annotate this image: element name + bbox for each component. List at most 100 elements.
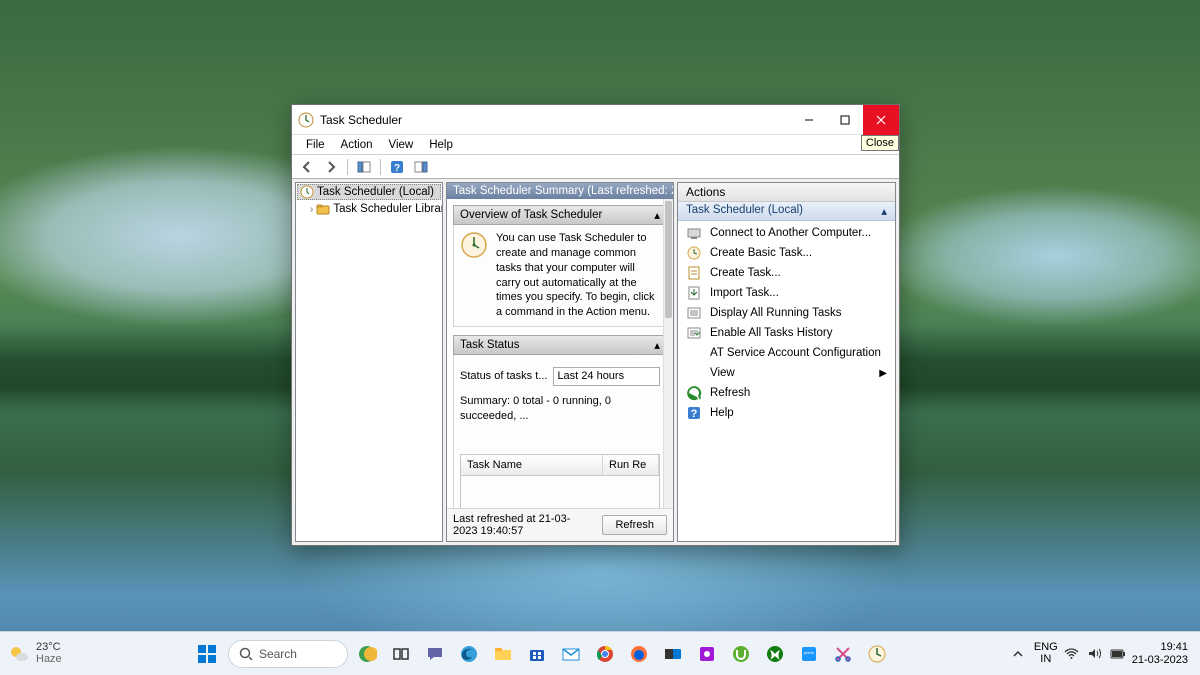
task-status-body: Status of tasks t... Last 24 hours Summa… [453, 355, 667, 508]
action-icon [686, 325, 702, 341]
clock[interactable]: 19:41 21-03-2023 [1132, 641, 1192, 665]
summary-scroll-area[interactable]: Overview of Task Scheduler ▴ You can use… [447, 199, 673, 508]
scrollbar[interactable] [663, 199, 673, 508]
menu-view[interactable]: View [381, 137, 422, 153]
action-view[interactable]: View ▶ [678, 363, 895, 383]
time: 19:41 [1132, 641, 1188, 653]
prime-video-icon[interactable]: prime [794, 639, 824, 669]
task-view-icon[interactable] [386, 639, 416, 669]
chrome-icon[interactable] [590, 639, 620, 669]
menu-action[interactable]: Action [333, 137, 381, 153]
tray-chevron-icon[interactable] [1008, 639, 1028, 669]
overview-title: Overview of Task Scheduler [460, 209, 602, 221]
weather-widget[interactable]: 23°C Haze [8, 642, 78, 665]
task-scheduler-taskbar-icon[interactable] [862, 639, 892, 669]
console-tree[interactable]: Task Scheduler (Local) › Task Scheduler … [295, 182, 443, 542]
language-indicator[interactable]: ENG IN [1034, 642, 1058, 665]
minimize-button[interactable] [791, 105, 827, 135]
action-create-task[interactable]: Create Task... [678, 263, 895, 283]
action-help[interactable]: ?Help [678, 403, 895, 423]
action-display-all-running-tasks[interactable]: Display All Running Tasks [678, 303, 895, 323]
battery-icon [1110, 648, 1126, 660]
menu-help[interactable]: Help [421, 137, 461, 153]
toolbar: ? [292, 155, 899, 179]
edge-icon[interactable] [454, 639, 484, 669]
taskbar: 23°C Haze Search prime ENG IN [0, 631, 1200, 675]
lang-line1: ENG [1034, 642, 1058, 654]
action-label: Create Task... [710, 267, 781, 279]
action-enable-all-tasks-history[interactable]: Enable All Tasks History [678, 323, 895, 343]
snipping-tool-icon[interactable] [828, 639, 858, 669]
purple-app-icon[interactable] [692, 639, 722, 669]
help-button[interactable]: ? [386, 157, 408, 177]
menu-file[interactable]: File [298, 137, 333, 153]
tree-library-label: Task Scheduler Library [333, 203, 443, 215]
tree-library[interactable]: › Task Scheduler Library [296, 201, 442, 217]
action-icon [686, 345, 702, 361]
col-task-name[interactable]: Task Name [461, 455, 603, 476]
search-placeholder: Search [259, 647, 297, 661]
xbox-icon[interactable] [760, 639, 790, 669]
action-label: View [710, 367, 735, 379]
action-refresh[interactable]: Refresh [678, 383, 895, 403]
overview-text: You can use Task Scheduler to create and… [496, 231, 660, 320]
action-icon [686, 305, 702, 321]
actions-title: Actions [678, 183, 895, 202]
action-connect-to-another-computer[interactable]: Connect to Another Computer... [678, 223, 895, 243]
search-icon [239, 647, 253, 661]
firefox-icon[interactable] [624, 639, 654, 669]
maximize-button[interactable] [827, 105, 863, 135]
mail-icon[interactable] [556, 639, 586, 669]
chevron-right-icon[interactable]: › [310, 204, 313, 215]
toolbar-separator [380, 159, 381, 175]
task-status-header[interactable]: Task Status ▴ [453, 335, 667, 355]
action-icon [686, 245, 702, 261]
volume-icon [1087, 646, 1102, 661]
chat-icon[interactable] [420, 639, 450, 669]
actions-context[interactable]: Task Scheduler (Local) ▴ [678, 202, 895, 221]
actions-context-label: Task Scheduler (Local) [686, 204, 803, 218]
explorer-icon[interactable] [488, 639, 518, 669]
task-grid[interactable]: Task Name Run Re [460, 454, 660, 508]
close-button[interactable] [863, 105, 899, 135]
action-create-basic-task[interactable]: Create Basic Task... [678, 243, 895, 263]
toolbar-separator [347, 159, 348, 175]
status-period-value: Last 24 hours [557, 370, 624, 382]
forward-button[interactable] [320, 157, 342, 177]
action-icon [686, 285, 702, 301]
weather-icon [8, 643, 30, 665]
system-tray: ENG IN 19:41 21-03-2023 [1008, 639, 1192, 669]
settings-tile-icon[interactable] [658, 639, 688, 669]
submenu-arrow-icon: ▶ [879, 368, 887, 379]
svg-text:?: ? [394, 163, 400, 174]
utorrent-icon[interactable] [726, 639, 756, 669]
tray-status-icons[interactable] [1064, 646, 1126, 661]
scrollbar-thumb[interactable] [665, 201, 672, 318]
action-icon [686, 385, 702, 401]
back-button[interactable] [296, 157, 318, 177]
search-box[interactable]: Search [228, 640, 348, 668]
start-button[interactable] [194, 641, 220, 667]
taskbar-widgets-icon[interactable] [352, 639, 382, 669]
titlebar[interactable]: Task Scheduler [292, 105, 899, 135]
show-hide-action-button[interactable] [410, 157, 432, 177]
store-icon[interactable] [522, 639, 552, 669]
window-title: Task Scheduler [320, 113, 791, 127]
last-refreshed-text: Last refreshed at 21-03-2023 19:40:57 [453, 513, 594, 537]
action-at-service-account-configuration[interactable]: AT Service Account Configuration [678, 343, 895, 363]
show-hide-tree-button[interactable] [353, 157, 375, 177]
col-run-result[interactable]: Run Re [603, 455, 659, 476]
action-icon [686, 265, 702, 281]
refresh-button[interactable]: Refresh [602, 515, 667, 535]
action-label: AT Service Account Configuration [710, 347, 881, 359]
action-import-task[interactable]: Import Task... [678, 283, 895, 303]
action-label: Connect to Another Computer... [710, 227, 871, 239]
overview-header[interactable]: Overview of Task Scheduler ▴ [453, 205, 667, 225]
tree-root[interactable]: Task Scheduler (Local) [297, 184, 441, 200]
actions-pane: Actions Task Scheduler (Local) ▴ Connect… [677, 182, 896, 542]
status-period-select[interactable]: Last 24 hours [553, 367, 660, 386]
menubar: File Action View Help Close [292, 135, 899, 155]
library-icon [316, 202, 330, 216]
weather-cond: Haze [36, 654, 62, 666]
action-icon: ? [686, 405, 702, 421]
